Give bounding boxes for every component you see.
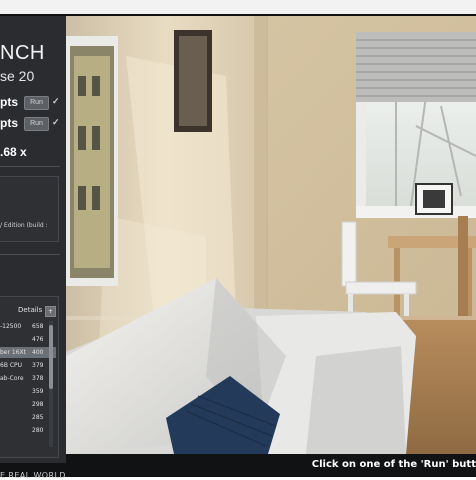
ranking-score: 280 xyxy=(32,427,44,434)
score-label: pts xyxy=(0,95,18,109)
ranking-scrollbar[interactable] xyxy=(49,321,53,447)
ranking-row[interactable]: ab-Core 378 xyxy=(0,373,56,384)
ranking-cpu-name: ab-Core xyxy=(0,375,24,382)
ranking-row[interactable]: 285 xyxy=(0,412,56,423)
ranking-row[interactable]: 476 xyxy=(0,334,56,345)
run-button-multi[interactable]: Run xyxy=(24,96,49,110)
scrollbar-thumb[interactable] xyxy=(49,325,53,389)
app-title: NCH xyxy=(0,42,45,64)
ranking-score: 476 xyxy=(32,336,44,343)
mp-ratio: .68 x xyxy=(0,145,27,159)
score-row-cpu-single: pts Run ✓ xyxy=(0,115,66,133)
ranking-score: 400 xyxy=(32,349,44,356)
ranking-score: 359 xyxy=(32,388,44,395)
ranking-box: Details + -12500 658 476 ber 16Xt 400 6B… xyxy=(0,296,59,458)
ranking-score: 298 xyxy=(32,401,44,408)
ranking-row[interactable]: -12500 658 xyxy=(0,321,56,332)
score-row-cpu-multi: pts Run ✓ xyxy=(0,94,66,112)
ranking-row[interactable]: 6B CPU 379 xyxy=(0,360,56,371)
ranking-score: 379 xyxy=(32,362,44,369)
app-subtitle: se 20 xyxy=(0,68,35,84)
status-message: Click on one of the 'Run' butt xyxy=(311,459,476,470)
divider xyxy=(0,166,60,167)
ranking-row[interactable]: 298 xyxy=(0,399,56,410)
tagline: E REAL WORLD xyxy=(0,471,66,480)
ranking-row[interactable]: 359 xyxy=(0,386,56,397)
ranking-header: Details + xyxy=(0,305,58,317)
ranking-cpu-name: -12500 xyxy=(0,323,22,330)
ranking-row-current[interactable]: ber 16Xt 400 xyxy=(0,347,56,358)
info-line: / Edition (build : xyxy=(0,222,48,229)
left-panel: NCH se 20 pts Run ✓ pts Run ✓ .68 x / Ed… xyxy=(0,16,67,480)
top-bar xyxy=(0,0,476,14)
system-info-box: / Edition (build : xyxy=(0,176,59,242)
check-icon[interactable]: ✓ xyxy=(52,117,62,127)
ranking-score: 658 xyxy=(32,323,44,330)
ranking-cpu-name: 6B CPU xyxy=(0,362,23,369)
status-bar: Click on one of the 'Run' butt xyxy=(66,454,476,477)
ranking-cpu-name: ber 16Xt xyxy=(0,349,26,356)
divider xyxy=(0,254,60,255)
check-icon[interactable]: ✓ xyxy=(52,96,62,106)
render-image xyxy=(66,16,476,454)
score-label: pts xyxy=(0,116,18,130)
details-toggle-button[interactable]: + xyxy=(45,306,56,317)
details-label: Details xyxy=(18,306,43,314)
run-button-single[interactable]: Run xyxy=(24,117,49,131)
ranking-row[interactable]: 280 xyxy=(0,425,56,436)
render-viewport xyxy=(66,16,476,454)
ranking-score: 378 xyxy=(32,375,44,382)
ranking-score: 285 xyxy=(32,414,44,421)
